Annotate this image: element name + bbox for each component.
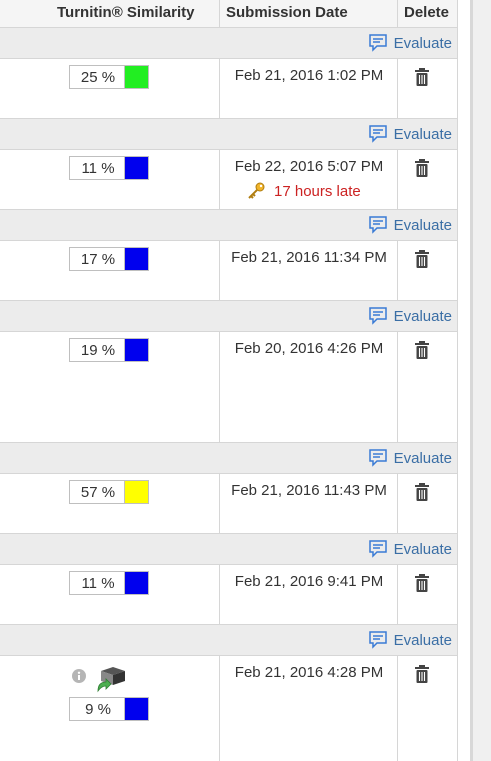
table-header: Turnitin® Similarity Submission Date Del… [0, 0, 458, 28]
column-divider [219, 332, 220, 442]
evaluate-bar: Evaluate [0, 27, 458, 59]
comment-icon [368, 34, 387, 52]
submission-date: Feb 21, 2016 1:02 PM [234, 67, 384, 84]
comment-icon [368, 540, 387, 558]
submission-date: Feb 21, 2016 9:41 PM [234, 573, 384, 590]
trash-icon[interactable] [414, 664, 430, 684]
evaluate-label: Evaluate [393, 631, 452, 649]
late-indicator: 17 hours late [246, 182, 361, 200]
trash-icon[interactable] [414, 482, 430, 502]
key-icon [248, 182, 265, 199]
comment-icon [368, 216, 387, 234]
evaluate-link[interactable]: Evaluate [368, 449, 452, 467]
evaluate-label: Evaluate [393, 216, 452, 234]
similarity-color-swatch [124, 157, 148, 179]
similarity-color-swatch [124, 248, 148, 270]
trash-icon[interactable] [414, 67, 430, 87]
similarity-color-swatch [124, 339, 148, 361]
similarity-percent: 57 % [80, 484, 116, 501]
page-background [473, 0, 491, 761]
column-header-delete: Delete [404, 4, 450, 21]
comment-icon [368, 125, 387, 143]
table-right-border [457, 0, 458, 761]
column-divider [397, 0, 398, 27]
evaluate-label: Evaluate [393, 125, 452, 143]
evaluate-link[interactable]: Evaluate [368, 631, 452, 649]
column-divider [397, 150, 398, 209]
submission-date: Feb 20, 2016 4:26 PM [234, 340, 384, 357]
column-divider [397, 59, 398, 118]
similarity-color-swatch [124, 698, 148, 720]
similarity-score[interactable]: 9 % [69, 697, 149, 721]
column-divider [397, 474, 398, 533]
evaluate-bar: Evaluate [0, 533, 458, 565]
late-text: 17 hours late [274, 182, 361, 200]
column-header-similarity[interactable]: Turnitin® Similarity [57, 4, 194, 21]
column-divider [219, 565, 220, 624]
submission-date: Feb 21, 2016 4:28 PM [234, 664, 384, 681]
trash-icon[interactable] [414, 340, 430, 360]
evaluate-bar: Evaluate [0, 209, 458, 241]
grademark-upload-icon[interactable] [95, 665, 127, 693]
evaluate-label: Evaluate [393, 34, 452, 52]
similarity-percent: 17 % [80, 251, 116, 268]
similarity-score[interactable]: 19 % [69, 338, 149, 362]
evaluate-label: Evaluate [393, 540, 452, 558]
similarity-color-swatch [124, 66, 148, 88]
column-divider [219, 474, 220, 533]
column-divider [219, 0, 220, 27]
similarity-percent: 19 % [80, 342, 116, 359]
similarity-color-swatch [124, 572, 148, 594]
info-icon[interactable] [71, 668, 87, 684]
column-divider [397, 332, 398, 442]
column-divider [397, 241, 398, 300]
similarity-score[interactable]: 57 % [69, 480, 149, 504]
evaluate-link[interactable]: Evaluate [368, 34, 452, 52]
evaluate-bar: Evaluate [0, 118, 458, 150]
comment-icon [368, 307, 387, 325]
evaluate-bar: Evaluate [0, 442, 458, 474]
similarity-score[interactable]: 11 % [69, 571, 149, 595]
similarity-percent: 9 % [85, 701, 111, 718]
column-divider [397, 656, 398, 761]
evaluate-label: Evaluate [393, 449, 452, 467]
similarity-score[interactable]: 25 % [69, 65, 149, 89]
similarity-color-swatch [124, 481, 148, 503]
comment-icon [368, 631, 387, 649]
trash-icon[interactable] [414, 573, 430, 593]
column-divider [219, 59, 220, 118]
column-divider [219, 241, 220, 300]
similarity-percent: 11 % [81, 575, 115, 592]
evaluate-label: Evaluate [393, 307, 452, 325]
column-divider [219, 150, 220, 209]
similarity-percent: 11 % [81, 160, 115, 177]
evaluate-link[interactable]: Evaluate [368, 540, 452, 558]
evaluate-link[interactable]: Evaluate [368, 307, 452, 325]
evaluate-link[interactable]: Evaluate [368, 216, 452, 234]
comment-icon [368, 449, 387, 467]
trash-icon[interactable] [414, 249, 430, 269]
evaluate-bar: Evaluate [0, 300, 458, 332]
column-divider [397, 565, 398, 624]
submission-date: Feb 21, 2016 11:34 PM [231, 249, 387, 266]
column-divider [219, 656, 220, 761]
submission-date: Feb 21, 2016 11:43 PM [231, 482, 387, 499]
similarity-score[interactable]: 17 % [69, 247, 149, 271]
evaluate-bar: Evaluate [0, 624, 458, 656]
trash-icon[interactable] [414, 158, 430, 178]
column-header-submission-date[interactable]: Submission Date [226, 4, 348, 21]
similarity-percent: 25 % [80, 69, 116, 86]
evaluate-link[interactable]: Evaluate [368, 125, 452, 143]
submission-date: Feb 22, 2016 5:07 PM [234, 158, 384, 175]
similarity-score[interactable]: 11 % [69, 156, 149, 180]
